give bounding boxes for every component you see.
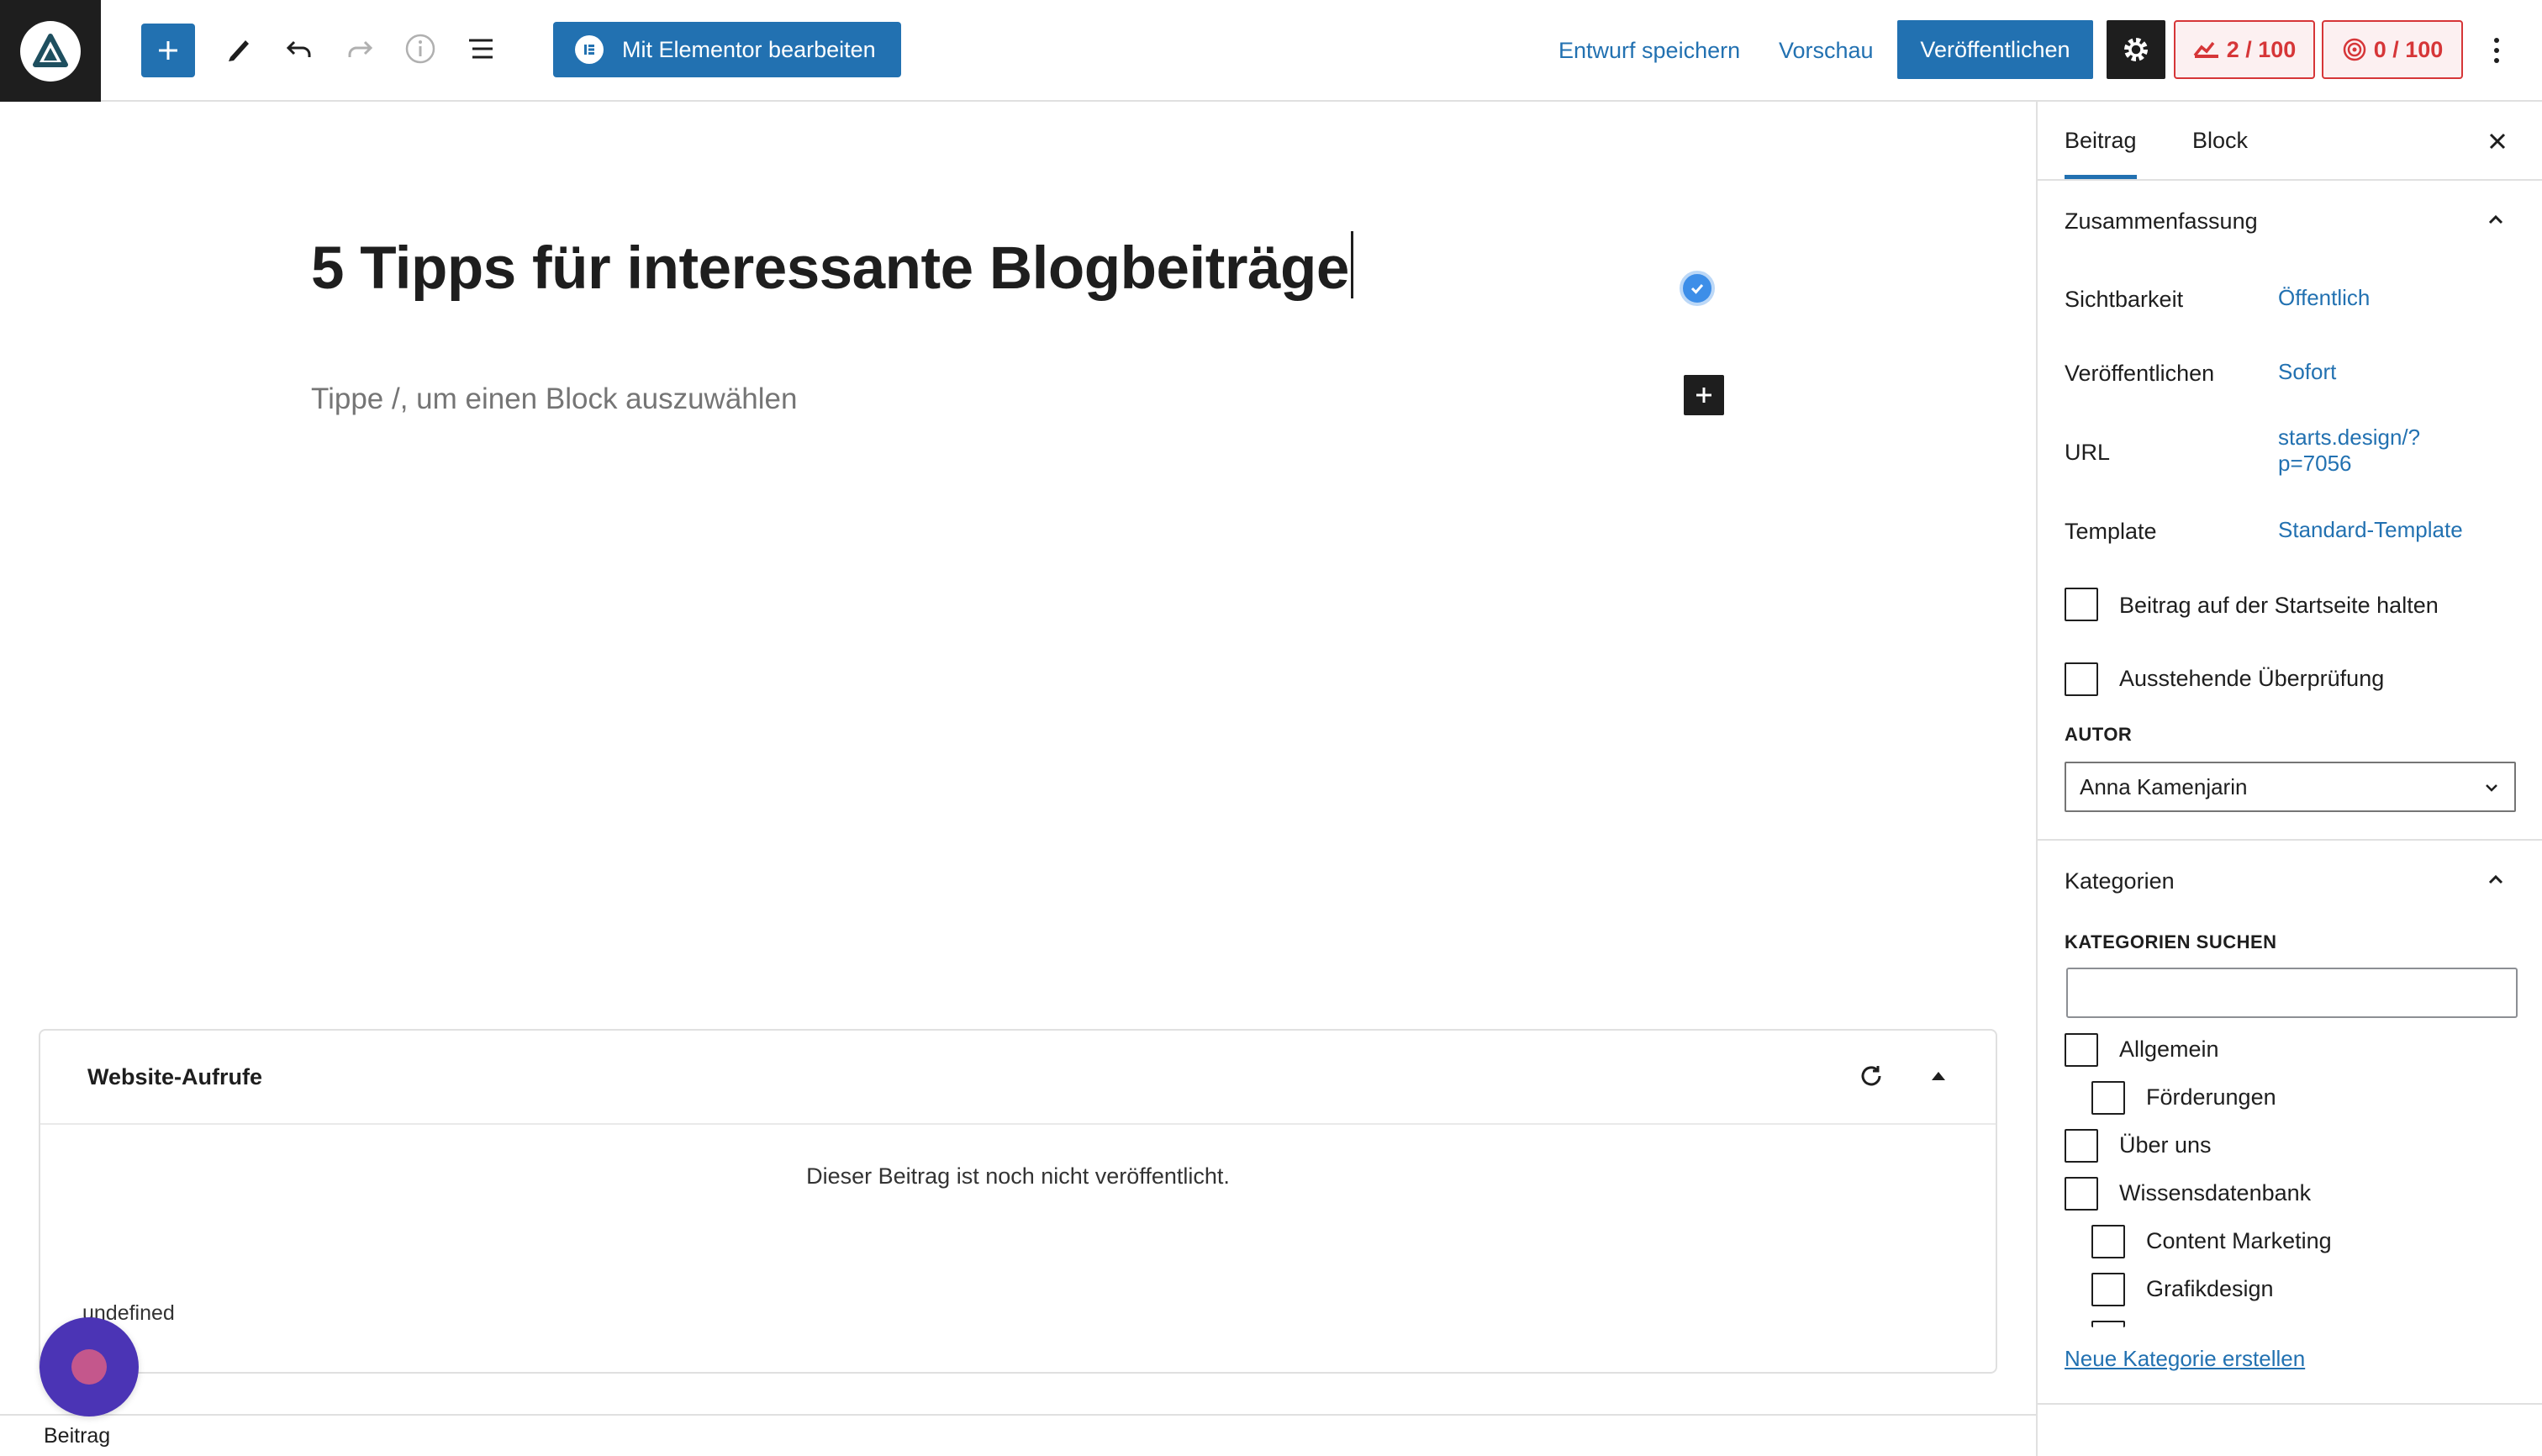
sticky-checkbox[interactable] bbox=[2065, 588, 2098, 621]
triangle-up-icon[interactable] bbox=[1923, 1061, 1954, 1091]
category-checkbox-grafikdesign[interactable] bbox=[2091, 1273, 2125, 1306]
category-checkbox-ueber-uns[interactable] bbox=[2065, 1129, 2098, 1163]
seo-score-icon bbox=[2193, 41, 2218, 58]
readability-score-value: 0 / 100 bbox=[2373, 36, 2444, 62]
preview-button[interactable]: Vorschau bbox=[1779, 25, 1874, 76]
chevron-up-icon[interactable] bbox=[2483, 867, 2508, 892]
breadcrumb[interactable]: Beitrag bbox=[44, 1424, 110, 1448]
inline-add-block-button[interactable] bbox=[1684, 375, 1724, 415]
pending-review-label: Ausstehende Überprüfung bbox=[2119, 666, 2385, 691]
readability-icon bbox=[2343, 38, 2365, 61]
block-placeholder[interactable]: Tippe /, um einen Block auszuwählen bbox=[311, 382, 797, 416]
refresh-icon[interactable] bbox=[1856, 1061, 1886, 1091]
category-search-label: KATEGORIEN SUCHEN bbox=[2065, 931, 2277, 952]
template-value[interactable]: Standard-Template bbox=[2278, 517, 2463, 543]
panel-divider bbox=[2038, 839, 2542, 841]
chat-widget-button[interactable] bbox=[40, 1317, 139, 1416]
details-button[interactable] bbox=[402, 30, 439, 67]
options-menu-button[interactable] bbox=[2480, 25, 2513, 76]
edit-with-elementor-button[interactable]: Mit Elementor bearbeiten bbox=[553, 22, 901, 77]
publish-label: Veröffentlichen bbox=[2065, 361, 2215, 386]
pending-review-checkbox[interactable] bbox=[2065, 662, 2098, 696]
elementor-icon bbox=[575, 35, 604, 64]
post-title-text: 5 Tipps für interessante Blogbeiträge bbox=[311, 235, 1349, 302]
category-checkbox-allgemein[interactable] bbox=[2065, 1033, 2098, 1067]
category-label: Förderungen bbox=[2146, 1084, 2276, 1110]
chat-widget-icon bbox=[71, 1349, 107, 1385]
site-logo-button[interactable] bbox=[0, 0, 101, 102]
category-checkbox-foerderungen[interactable] bbox=[2091, 1081, 2125, 1115]
template-label: Template bbox=[2065, 519, 2157, 544]
list-view-button[interactable] bbox=[462, 30, 499, 67]
sticky-label: Beitrag auf der Startseite halten bbox=[2119, 593, 2439, 618]
list-view-icon bbox=[469, 39, 493, 59]
close-sidebar-button[interactable] bbox=[2483, 127, 2512, 156]
metabox-message: Dieser Beitrag ist noch nicht veröffentl… bbox=[806, 1163, 1230, 1189]
grammar-check-badge[interactable] bbox=[1680, 271, 1715, 306]
category-search-input[interactable] bbox=[2066, 968, 2518, 1018]
visibility-value[interactable]: Öffentlich bbox=[2278, 285, 2370, 311]
categories-panel-heading[interactable]: Kategorien bbox=[2065, 868, 2175, 894]
panel-divider bbox=[2038, 1403, 2542, 1405]
category-checkbox-content-marketing[interactable] bbox=[2091, 1225, 2125, 1258]
category-label: Content Marketing bbox=[2146, 1228, 2332, 1253]
url-value[interactable]: starts.design/? p=7056 bbox=[2278, 425, 2420, 477]
publish-value[interactable]: Sofort bbox=[2278, 359, 2336, 385]
kebab-icon bbox=[2494, 38, 2499, 63]
undo-button[interactable] bbox=[281, 30, 318, 67]
author-select-value: Anna Kamenjarin bbox=[2080, 774, 2248, 799]
save-draft-button[interactable]: Entwurf speichern bbox=[1558, 25, 1740, 76]
url-value-line1: starts.design/? bbox=[2278, 425, 2421, 450]
text-caret bbox=[1350, 231, 1353, 298]
url-label: URL bbox=[2065, 440, 2111, 465]
readability-score-button[interactable]: 0 / 100 bbox=[2322, 20, 2463, 79]
close-icon bbox=[2489, 133, 2506, 150]
category-label: Über uns bbox=[2119, 1132, 2212, 1158]
block-breadcrumb-bar: Beitrag bbox=[0, 1414, 2038, 1456]
tools-button[interactable] bbox=[220, 30, 257, 67]
sidebar-tabs: Beitrag Block bbox=[2038, 102, 2542, 181]
redo-icon bbox=[348, 40, 373, 57]
post-title[interactable]: 5 Tipps für interessante Blogbeiträge bbox=[311, 231, 1353, 303]
pencil-icon bbox=[229, 40, 249, 61]
category-checkbox-partial[interactable] bbox=[2091, 1321, 2125, 1327]
site-logo-icon bbox=[20, 20, 81, 82]
elementor-button-label: Mit Elementor bearbeiten bbox=[622, 36, 876, 62]
publish-button[interactable]: Veröffentlichen bbox=[1897, 20, 2093, 79]
website-views-metabox: Website-Aufrufe Dieser Beitrag ist noch … bbox=[39, 1029, 1997, 1374]
chevron-down-icon bbox=[2486, 784, 2497, 792]
info-icon bbox=[405, 34, 435, 64]
author-label: AUTOR bbox=[2065, 724, 2133, 745]
editor-toolbar: Mit Elementor bearbeiten Entwurf speiche… bbox=[0, 0, 2542, 102]
settings-sidebar: Beitrag Block Zusammenfassung Sichtbarke… bbox=[2036, 102, 2542, 1456]
summary-panel-heading[interactable]: Zusammenfassung bbox=[2065, 208, 2258, 235]
plus-icon bbox=[159, 41, 177, 60]
author-select[interactable]: Anna Kamenjarin bbox=[2065, 762, 2516, 812]
category-checkbox-wissensdatenbank[interactable] bbox=[2065, 1177, 2098, 1211]
metabox-title: Website-Aufrufe bbox=[87, 1064, 263, 1089]
tab-block[interactable]: Block bbox=[2192, 102, 2248, 179]
visibility-label: Sichtbarkeit bbox=[2065, 287, 2184, 312]
metabox-header: Website-Aufrufe bbox=[40, 1031, 1996, 1125]
seo-score-value: 2 / 100 bbox=[2226, 36, 2297, 62]
settings-button[interactable] bbox=[2107, 20, 2165, 79]
category-label: Allgemein bbox=[2119, 1037, 2219, 1062]
seo-score-button[interactable]: 2 / 100 bbox=[2174, 20, 2315, 79]
tab-post[interactable]: Beitrag bbox=[2065, 102, 2137, 179]
gear-icon bbox=[2124, 38, 2148, 61]
plus-icon bbox=[1696, 388, 1711, 403]
url-value-line2: p=7056 bbox=[2278, 451, 2352, 476]
checkmark-icon bbox=[1690, 284, 1704, 294]
undo-icon bbox=[286, 40, 311, 57]
category-label: Grafikdesign bbox=[2146, 1276, 2274, 1301]
new-category-link[interactable]: Neue Kategorie erstellen bbox=[2065, 1346, 2305, 1372]
chevron-up-icon[interactable] bbox=[2483, 207, 2508, 232]
redo-button[interactable] bbox=[341, 30, 378, 67]
category-label: Wissensdatenbank bbox=[2119, 1180, 2312, 1205]
add-block-button[interactable] bbox=[141, 24, 195, 77]
